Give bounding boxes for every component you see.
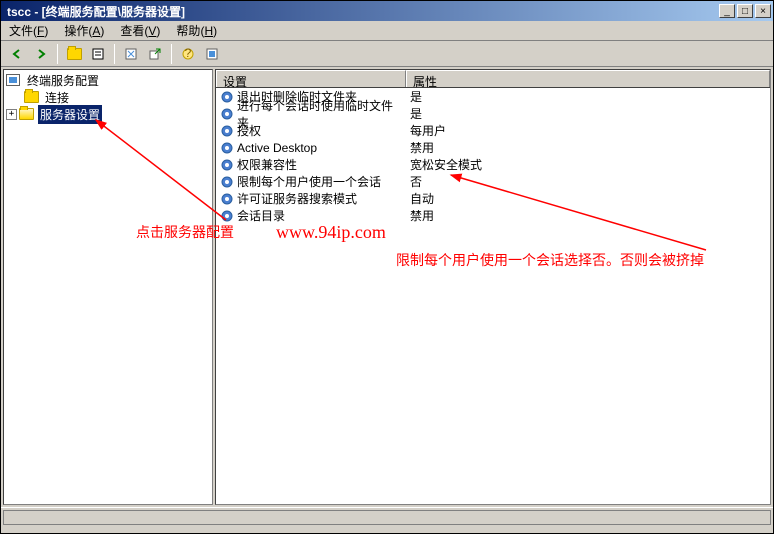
col-attr[interactable]: 属性	[406, 70, 770, 87]
toolbar: ?	[1, 41, 773, 67]
setting-label: 授权	[237, 122, 261, 139]
forward-button[interactable]	[30, 43, 52, 65]
col-setting[interactable]: 设置	[216, 70, 406, 87]
setting-label: Active Desktop	[237, 141, 317, 155]
annotation-right: 限制每个用户使用一个会话选择否。否则会被挤掉	[396, 250, 704, 270]
help-icon[interactable]: ?	[177, 43, 199, 65]
attr-value: 每用户	[406, 122, 770, 139]
gear-icon	[220, 192, 234, 206]
attr-value: 否	[406, 173, 770, 190]
list-item[interactable]: 进行每个会话时使用临时文件夹是	[216, 105, 770, 122]
list-item[interactable]: 会话目录 禁用	[216, 207, 770, 224]
attr-value: 自动	[406, 190, 770, 207]
svg-text:?: ?	[185, 47, 192, 60]
setting-label: 权限兼容性	[237, 156, 297, 173]
menu-file[interactable]: 文件(F)	[1, 20, 56, 41]
gear-icon	[220, 124, 234, 138]
close-button[interactable]: ×	[755, 4, 771, 18]
statusbar	[1, 507, 773, 527]
properties-icon[interactable]	[87, 43, 109, 65]
tree-expand-icon[interactable]: +	[6, 109, 17, 120]
window-title: tscc - [终端服务配置\服务器设置]	[3, 3, 717, 20]
up-button[interactable]	[63, 43, 85, 65]
gear-icon	[220, 209, 234, 223]
list-header: 设置 属性	[216, 70, 770, 88]
attr-value: 禁用	[406, 139, 770, 156]
tool-icon[interactable]	[201, 43, 223, 65]
tree-settings-label: 服务器设置	[38, 105, 102, 124]
maximize-button[interactable]: □	[737, 4, 753, 18]
back-button[interactable]	[6, 43, 28, 65]
menubar: 文件(F) 操作(A) 查看(V) 帮助(H)	[1, 21, 773, 41]
menu-help[interactable]: 帮助(H)	[168, 20, 225, 41]
attr-value: 禁用	[406, 207, 770, 224]
minimize-button[interactable]: _	[719, 4, 735, 18]
setting-label: 限制每个用户使用一个会话	[237, 173, 381, 190]
attr-value: 是	[406, 88, 770, 105]
list-item[interactable]: 权限兼容性 宽松安全模式	[216, 156, 770, 173]
gear-icon	[220, 158, 234, 172]
tree-node-conn[interactable]: 连接	[6, 89, 210, 106]
attr-value: 是	[406, 105, 770, 122]
export-button[interactable]	[144, 43, 166, 65]
titlebar: tscc - [终端服务配置\服务器设置] _ □ ×	[1, 1, 773, 21]
menu-action[interactable]: 操作(A)	[56, 20, 112, 41]
setting-label: 会话目录	[237, 207, 285, 224]
gear-icon	[220, 107, 234, 121]
tree-root[interactable]: 终端服务配置	[6, 72, 210, 89]
list-item[interactable]: Active Desktop 禁用	[216, 139, 770, 156]
gear-icon	[220, 90, 234, 104]
list-item[interactable]: 授权 每用户	[216, 122, 770, 139]
list-item[interactable]: 限制每个用户使用一个会话 否	[216, 173, 770, 190]
gear-icon	[220, 141, 234, 155]
refresh-button[interactable]	[120, 43, 142, 65]
annotation-url: www.94ip.com	[276, 222, 386, 243]
menu-view[interactable]: 查看(V)	[112, 20, 168, 41]
attr-value: 宽松安全模式	[406, 156, 770, 173]
tree-node-settings[interactable]: + 服务器设置	[6, 106, 210, 123]
tree-pane: 终端服务配置 连接 + 服务器设置	[3, 69, 213, 505]
gear-icon	[220, 175, 234, 189]
setting-label: 许可证服务器搜索模式	[237, 190, 357, 207]
list-item[interactable]: 许可证服务器搜索模式 自动	[216, 190, 770, 207]
list-pane: 设置 属性 退出时删除临时文件夹是进行每个会话时使用临时文件夹是授权每用户Act…	[215, 69, 771, 505]
